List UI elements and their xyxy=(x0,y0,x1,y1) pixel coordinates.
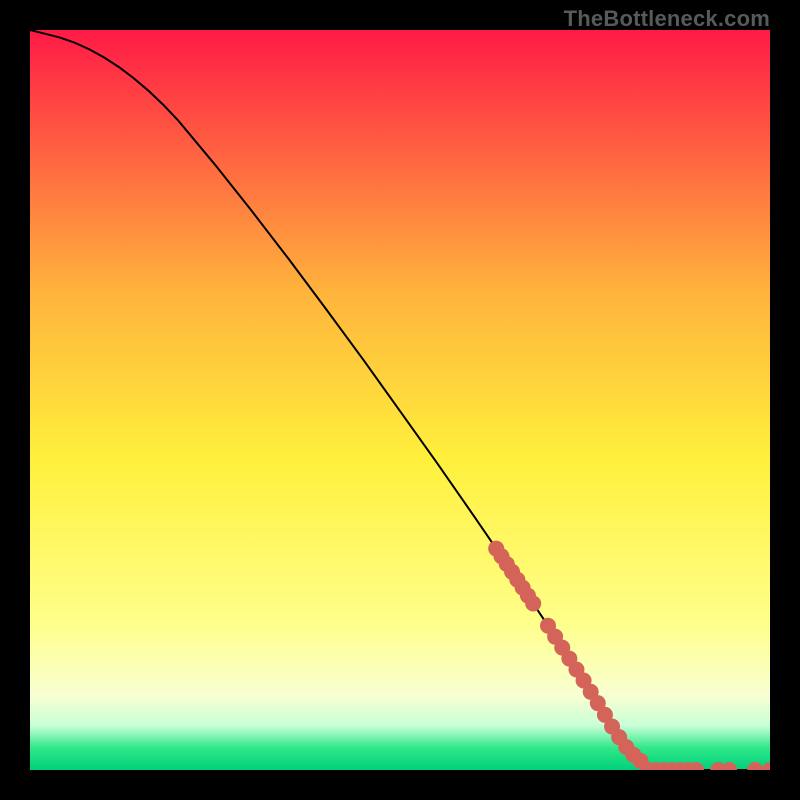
gradient-background xyxy=(30,30,770,770)
plot-svg xyxy=(30,30,770,770)
plot-area xyxy=(30,30,770,770)
data-dot xyxy=(525,596,541,612)
chart-stage: TheBottleneck.com xyxy=(0,0,800,800)
watermark-text: TheBottleneck.com xyxy=(564,6,770,32)
